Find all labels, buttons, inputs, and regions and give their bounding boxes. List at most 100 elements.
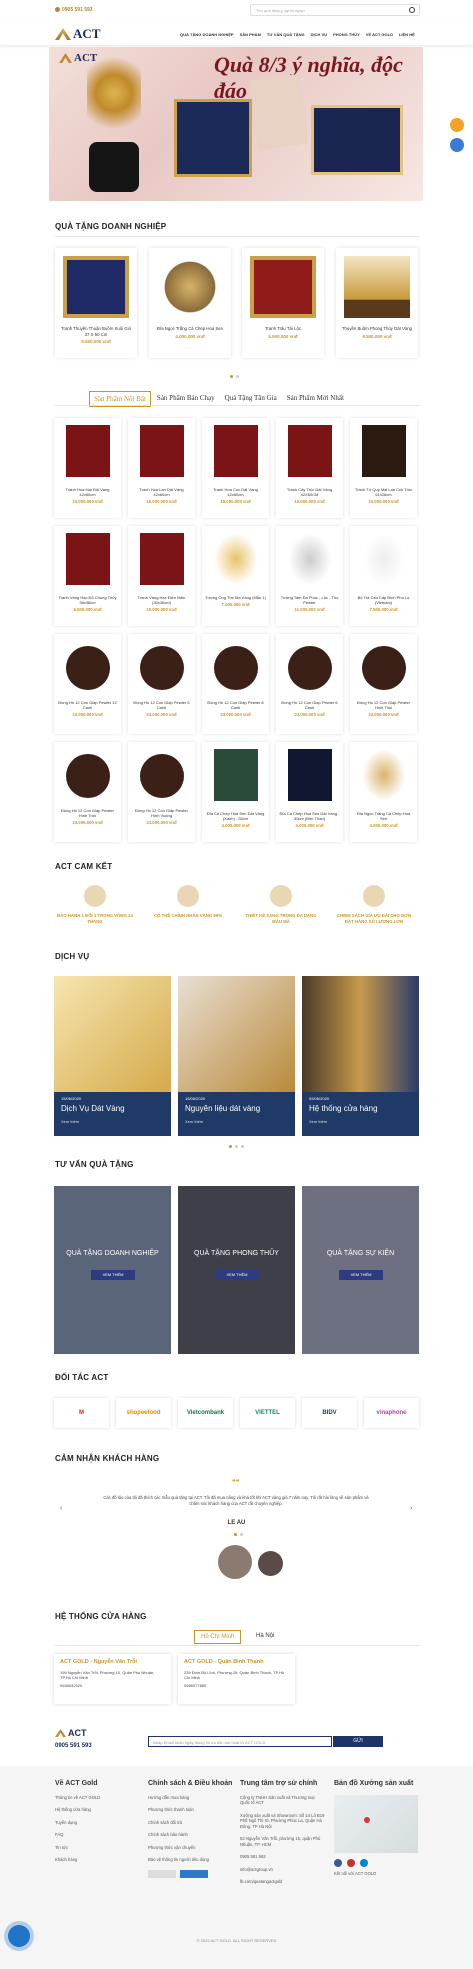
footer-link[interactable]: Hệ thống cửa hàng: [55, 1807, 100, 1812]
gift-card[interactable]: Tranh Thuyền Thuận Buồm Xuôi Gió 37 X 50…: [55, 248, 137, 358]
menu-item[interactable]: DỊCH VỤ: [311, 32, 327, 37]
footer-logo[interactable]: ACT: [55, 1728, 87, 1738]
product-card[interactable]: Bộ Trà Cao Cấp Bình Phú Lộ (Vietnam) 7.50…: [350, 526, 417, 626]
footer-link[interactable]: Khách hàng: [55, 1857, 100, 1862]
partner-logo[interactable]: vinaphone: [364, 1398, 419, 1428]
footer-link[interactable]: Thông tin về ACT GOLD: [55, 1795, 100, 1800]
partner-logo[interactable]: Vietcombank: [178, 1398, 233, 1428]
product-card[interactable]: Tranh Hoa Lan Dát Vàng 42x60cm 10.000.000…: [128, 418, 195, 518]
call-fab-icon[interactable]: [8, 1925, 30, 1947]
footer-phone[interactable]: 0905 591 593: [240, 1854, 325, 1859]
store-card[interactable]: ACT GOLD - Quận Bình Thạnh 239 Đinh Bộ Lĩ…: [178, 1654, 295, 1704]
product-name: Bộ Trà Cao Cấp Bình Phú Lộ (Vietnam): [357, 595, 410, 606]
footer-link[interactable]: Chính sách đổi trả: [148, 1820, 233, 1825]
search-icon[interactable]: [409, 7, 415, 13]
youtube-icon[interactable]: [347, 1859, 355, 1867]
product-card[interactable]: Đồng Hồ 12 Con Giáp Pewter Hình Vuông 23.…: [128, 742, 195, 842]
footer-link[interactable]: Phương thức vận chuyển: [148, 1845, 233, 1850]
prev-arrow-icon[interactable]: ‹: [60, 1505, 62, 1512]
service-card[interactable]: 15/06/2020 Nguyên liệu dát vàng Xem thêm: [178, 976, 295, 1136]
product-image: [287, 749, 332, 801]
footer-link[interactable]: Hướng dẫn mua hàng: [148, 1795, 233, 1800]
gift-card[interactable]: Thuyền Buồm Phong Thủy Dát Vàng 9.500.000…: [336, 248, 418, 358]
product-card[interactable]: Đồng Hồ 12 Con Giáp Pewter 8 Canh 23.000.…: [202, 634, 269, 734]
email-fab-icon[interactable]: [450, 118, 464, 132]
store-card[interactable]: ACT GOLD - Nguyễn Văn Trỗi 199 Nguyễn Văn…: [54, 1654, 171, 1704]
footer-link[interactable]: Chính sách bảo hành: [148, 1832, 233, 1837]
product-card[interactable]: Đồng Hồ 12 Con Giáp Pewter 5 Canh 23.000.…: [128, 634, 195, 734]
partner-logo[interactable]: BIDV: [302, 1398, 357, 1428]
product-card[interactable]: Tranh Tứ Quý Mai Lan Cúc Trúc 61x26cm 10.…: [350, 418, 417, 518]
menu-item[interactable]: SẢN PHẨM: [240, 32, 261, 37]
view-more-button[interactable]: XEM THÊM: [215, 1270, 259, 1280]
product-card[interactable]: Đồng Hồ 12 Con Giáp Pewter Hình Tròn 23.0…: [54, 742, 121, 842]
footer-hotline[interactable]: 0905 591 593: [55, 1743, 92, 1749]
menu-bar: QUÀ TẶNG DOANH NGHIỆP SẢN PHẨM TƯ VẤN QU…: [180, 32, 415, 37]
product-card[interactable]: Tranh Vàng Hạc Đỏ Chung Thủy 38x38cm 6.50…: [54, 526, 121, 626]
product-card[interactable]: Tượng Tam Đa Phúc - Lộc - Thọ Pewter 11.0…: [276, 526, 343, 626]
menu-item[interactable]: PHONG THỦY: [333, 32, 360, 37]
consult-card[interactable]: QUÀ TẶNG PHONG THỦY XEM THÊM: [178, 1186, 295, 1354]
partner-logo[interactable]: shopeefood: [116, 1398, 171, 1428]
product-card[interactable]: Tranh Vàng Hạc Điện Niên (30x30cm) 10.000…: [128, 526, 195, 626]
service-card[interactable]: 09/06/2020 Hệ thống cửa hàng Xem thêm: [302, 976, 419, 1136]
product-card[interactable]: Đồng Hồ 12 Con Giáp Pewter Hình Thoi 23.0…: [350, 634, 417, 734]
footer-facebook[interactable]: fb.com/quatangactgold: [240, 1879, 325, 1884]
partner-logo[interactable]: M: [54, 1398, 109, 1428]
footer-link[interactable]: FAQ: [55, 1832, 100, 1837]
gift-card[interactable]: Đĩa Ngọc Trắng Cá Chép Hoa Sen 4.000.000 …: [149, 248, 231, 358]
next-arrow-icon[interactable]: ›: [410, 1505, 412, 1512]
avatar[interactable]: [218, 1545, 252, 1579]
hero-banner[interactable]: ACT Quà 8/3 ý nghĩa, độc đáo: [49, 47, 423, 201]
zalo-icon[interactable]: [360, 1859, 368, 1867]
product-price: 10.000.000 vnđ: [146, 607, 177, 613]
warranty-icon: [84, 885, 106, 907]
footer-email[interactable]: info@actgroup.vn: [240, 1867, 325, 1872]
menu-item[interactable]: LIÊN HỆ: [399, 32, 415, 37]
search-input[interactable]: Tìm quà tặng ý nghĩa ngay!: [250, 4, 420, 16]
tab-hcm[interactable]: Hồ Chí Minh: [194, 1630, 242, 1644]
carousel-dots[interactable]: [229, 1145, 244, 1148]
service-card[interactable]: 15/06/2020 Dịch Vụ Dát Vàng Xem thêm: [54, 976, 171, 1136]
site-logo[interactable]: ACT: [55, 26, 100, 42]
hotline[interactable]: 0905 591 593: [55, 7, 93, 13]
product-name: Đồng Hồ 12 Con Giáp Pewter Hình Thoi: [357, 700, 410, 711]
product-card[interactable]: Đồng Hồ 12 Con Giáp Pewter 12 Canh 23.000…: [54, 634, 121, 734]
footer-link[interactable]: Tin tức: [55, 1845, 100, 1850]
product-card[interactable]: Đĩa Ngọc Trắng Cá Chép Hoa Sen 4.000.000 …: [350, 742, 417, 842]
product-card[interactable]: Tranh Cây Trúc Dát Vàng 42X60CM 10.000.00…: [276, 418, 343, 518]
facebook-icon[interactable]: [334, 1859, 342, 1867]
newsletter-email-input[interactable]: Nhập Email nhận ngay thông tin ưu đãi mớ…: [148, 1736, 332, 1747]
footer-link[interactable]: Tuyển dụng: [55, 1820, 100, 1825]
product-price: 23.000.000 vnđ: [294, 712, 325, 718]
messenger-fab-icon[interactable]: [450, 138, 464, 152]
menu-item[interactable]: TƯ VẤN QUÀ TẶNG: [267, 32, 305, 37]
product-card[interactable]: Đĩa Cá Chép Hoa Sen Dát Vàng (Xanh) - 30…: [202, 742, 269, 842]
golden-tree-image: [87, 57, 141, 147]
menu-item[interactable]: QUÀ TẶNG DOANH NGHIỆP: [180, 32, 234, 37]
product-image: [361, 533, 406, 585]
footer-link[interactable]: Phương thức thanh toán: [148, 1807, 233, 1812]
newsletter-submit-button[interactable]: GỬI: [333, 1736, 383, 1747]
product-card[interactable]: Đồng Hồ 12 Con Giáp Pewter 6 Canh 23.000.…: [276, 634, 343, 734]
product-card[interactable]: Đĩa Cá Chép Hoa Sen Dát Vàng - 30cm (Đen…: [276, 742, 343, 842]
gift-card[interactable]: Tranh Trâu Tài Lộc 5.500.000 vnđ: [242, 248, 324, 358]
product-price: 10.000.000 vnđ: [146, 499, 177, 505]
footer-link[interactable]: Bảo vệ thông tin người tiêu dùng: [148, 1857, 233, 1862]
map-widget[interactable]: [334, 1795, 418, 1853]
consult-card[interactable]: QUÀ TẶNG DOANH NGHIỆP XEM THÊM: [54, 1186, 171, 1354]
product-image: [65, 533, 110, 585]
review-dots[interactable]: [234, 1533, 243, 1536]
consult-card[interactable]: QUÀ TẶNG SỰ KIỆN XEM THÊM: [302, 1186, 419, 1354]
product-card[interactable]: Tranh Hoa Cúc Dát Vàng 42x60cm 10.000.000…: [202, 418, 269, 518]
product-card[interactable]: Tranh Hoa Mai Đôi Vàng 42x60cm 10.000.000…: [54, 418, 121, 518]
tab-hanoi[interactable]: Hà Nội: [250, 1630, 280, 1642]
view-more-button[interactable]: XEM THÊM: [91, 1270, 135, 1280]
product-card[interactable]: Tượng Ông Thọ Mạ Vàng (Mẫu 1) 7.000.000 v…: [202, 526, 269, 626]
partner-logo[interactable]: VIETTEL: [240, 1398, 295, 1428]
view-more-button[interactable]: XEM THÊM: [339, 1270, 383, 1280]
product-name: Tranh Hoa Mai Đôi Vàng 42x60cm: [65, 487, 110, 498]
menu-item[interactable]: VỀ ACT GOLD: [366, 32, 393, 37]
avatar[interactable]: [258, 1551, 283, 1576]
carousel-dots[interactable]: [230, 375, 239, 378]
